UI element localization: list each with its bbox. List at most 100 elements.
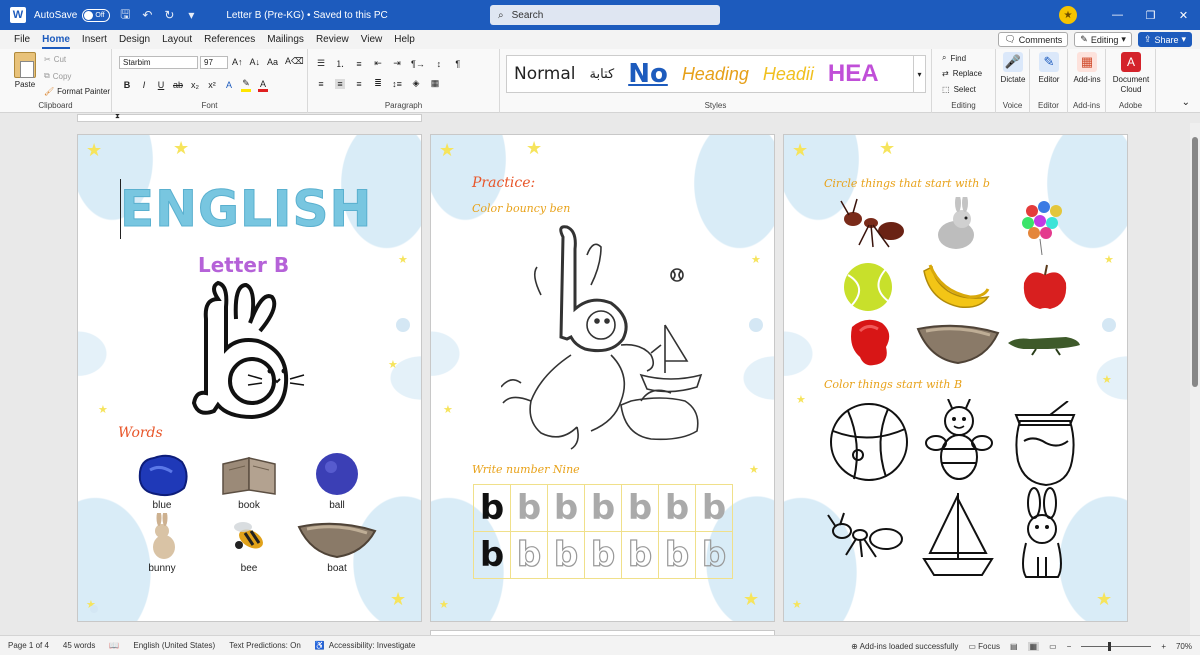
dictate-button[interactable]: 🎤 Dictate: [998, 52, 1028, 85]
document-title[interactable]: Letter B (Pre-KG) • Saved to this PC: [226, 10, 387, 21]
bunny-coloring-illustration[interactable]: [501, 225, 721, 455]
practice-heading[interactable]: Practice:: [472, 175, 535, 191]
page-1[interactable]: ★ ★ ★ ★ ★ ★ ★ ENGLISH Letter B Words: [77, 134, 422, 622]
web-layout-icon[interactable]: ▭: [1049, 642, 1057, 651]
bold-icon[interactable]: B: [122, 80, 132, 90]
undo-icon[interactable]: ↶: [140, 8, 154, 22]
tab-mailings[interactable]: Mailings: [261, 34, 310, 49]
sort-icon[interactable]: ↕: [434, 59, 444, 69]
underline-icon[interactable]: U: [156, 80, 166, 90]
accessibility-status[interactable]: ♿ Accessibility: Investigate: [315, 641, 416, 650]
select-button[interactable]: ⬚ Select: [942, 85, 976, 94]
decrease-indent-icon[interactable]: ⇤: [373, 58, 383, 69]
autosave-switch[interactable]: Off: [82, 8, 111, 22]
trace-cell[interactable]: b: [547, 484, 585, 532]
tab-design[interactable]: Design: [113, 34, 156, 49]
format-painter-button[interactable]: 🖌 Format Painter: [44, 87, 110, 96]
crocodile-image[interactable]: [1006, 327, 1082, 357]
ant-image[interactable]: [839, 197, 909, 253]
restore-icon[interactable]: ❐: [1134, 0, 1167, 30]
font-name-box[interactable]: Starbim: [119, 56, 198, 69]
tab-help[interactable]: Help: [388, 34, 421, 49]
trace-cell[interactable]: b: [473, 484, 511, 532]
addins-status[interactable]: ⊕ Add-ins loaded successfully: [851, 642, 958, 651]
vertical-scrollbar[interactable]: [1190, 123, 1200, 635]
trace-cell[interactable]: b: [658, 484, 696, 532]
strikethrough-icon[interactable]: ab: [173, 80, 183, 90]
color-instruction[interactable]: Color things start with B: [824, 378, 962, 391]
word-item-boat[interactable]: boat: [297, 513, 377, 574]
customize-quick-access-icon[interactable]: ▾: [184, 8, 198, 22]
trace-cell[interactable]: b: [473, 531, 511, 579]
balloons-image[interactable]: [1018, 197, 1068, 257]
trace-cell[interactable]: b: [621, 484, 659, 532]
read-mode-icon[interactable]: ▤: [1010, 642, 1018, 651]
comments-button[interactable]: 🗨 Comments: [998, 32, 1069, 47]
language-status[interactable]: English (United States): [133, 641, 215, 650]
boat-image[interactable]: [916, 317, 1000, 367]
style-heading-2[interactable]: Headii: [756, 56, 821, 92]
text-effects-icon[interactable]: A: [224, 80, 234, 90]
tab-view[interactable]: View: [355, 34, 389, 49]
banana-image[interactable]: [920, 261, 992, 313]
color-instruction[interactable]: Color bouncy ben: [472, 202, 570, 215]
share-button[interactable]: ⇪ Share ▾: [1137, 32, 1192, 47]
tab-layout[interactable]: Layout: [156, 34, 198, 49]
italic-icon[interactable]: I: [139, 80, 149, 90]
focus-button[interactable]: ▭ Focus: [968, 642, 1000, 651]
trace-cell[interactable]: b: [584, 484, 622, 532]
text-predictions-status[interactable]: Text Predictions: On: [229, 641, 301, 650]
subscript-icon[interactable]: x₂: [190, 80, 200, 90]
tab-file[interactable]: File: [8, 34, 36, 49]
line-spacing-icon[interactable]: ↕≡: [392, 79, 402, 89]
bunny-outline[interactable]: [1012, 487, 1072, 581]
tab-home[interactable]: Home: [36, 34, 76, 49]
page-count[interactable]: Page 1 of 4: [8, 641, 49, 650]
trace-cell[interactable]: b: [695, 531, 733, 579]
sailboat-outline[interactable]: [920, 489, 996, 581]
indent-marker-icon[interactable]: ⧗: [115, 113, 120, 121]
addins-button[interactable]: ▦ Add-ins: [1071, 52, 1103, 85]
trace-cell[interactable]: b: [658, 531, 696, 579]
superscript-icon[interactable]: x²: [207, 80, 217, 90]
cut-button[interactable]: ✂ Cut: [44, 55, 66, 64]
minimize-icon[interactable]: —: [1101, 0, 1134, 30]
trace-cell[interactable]: b: [621, 531, 659, 579]
align-center-icon[interactable]: ≡: [335, 78, 345, 89]
close-icon[interactable]: ✕: [1167, 0, 1200, 30]
words-heading[interactable]: Words: [118, 425, 163, 441]
zoom-out-icon[interactable]: −: [1067, 642, 1072, 651]
page-3[interactable]: ★ ★ ★ ★ ★ ★ ★ Circle things that start w…: [783, 134, 1128, 622]
style-normal[interactable]: Normal: [507, 56, 583, 92]
find-button[interactable]: ⌕ Find: [942, 53, 966, 63]
search-box[interactable]: ⌕ Search: [490, 5, 720, 25]
align-right-icon[interactable]: ≡: [354, 79, 364, 89]
grow-font-icon[interactable]: A↑: [232, 57, 243, 67]
save-icon[interactable]: 🖫: [118, 7, 132, 22]
editing-mode-button[interactable]: ✎ Editing ▾: [1074, 32, 1132, 47]
zoom-slider-handle[interactable]: [1108, 641, 1112, 651]
autosave-toggle[interactable]: AutoSave Off: [34, 8, 111, 22]
style-heading-1[interactable]: Heading: [675, 56, 756, 92]
red-paint-image[interactable]: [846, 313, 896, 369]
change-case-icon[interactable]: Aa: [267, 57, 278, 67]
ant-outline[interactable]: [826, 511, 910, 561]
font-color-icon[interactable]: A: [258, 79, 269, 92]
numbering-icon[interactable]: ⒈: [335, 57, 345, 70]
zoom-in-icon[interactable]: +: [1161, 642, 1166, 651]
word-item-book[interactable]: book: [209, 450, 289, 511]
editor-button[interactable]: ✎ Editor: [1034, 52, 1064, 85]
show-marks-icon[interactable]: ¶: [453, 59, 463, 69]
tab-review[interactable]: Review: [310, 34, 355, 49]
word-item-ball[interactable]: ball: [297, 450, 377, 511]
collapse-ribbon-icon[interactable]: ⌄: [1182, 97, 1190, 108]
styles-more-icon[interactable]: ▾: [913, 56, 925, 92]
trace-cell[interactable]: b: [510, 484, 548, 532]
bullets-icon[interactable]: ☰: [316, 58, 326, 69]
page-2[interactable]: ★ ★ ★ ★ ★ ★ ★ Practice: Color bouncy ben: [430, 134, 775, 622]
shading-icon[interactable]: ◈: [411, 78, 421, 89]
justify-icon[interactable]: ≣: [373, 78, 383, 89]
highlight-icon[interactable]: ✎: [241, 78, 252, 92]
tennis-ball-image[interactable]: [842, 261, 894, 313]
tab-references[interactable]: References: [198, 34, 261, 49]
